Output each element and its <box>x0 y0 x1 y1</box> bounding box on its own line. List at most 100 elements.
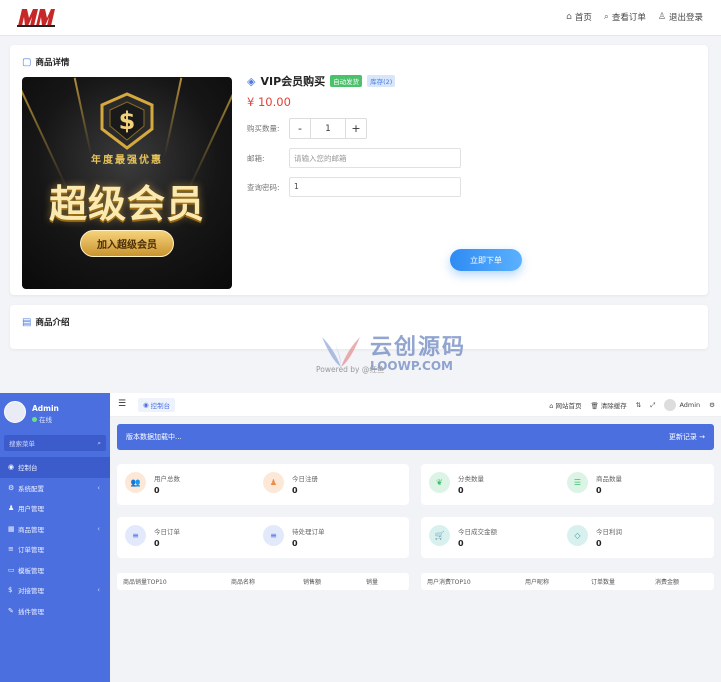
dashboard-icon: ◉ <box>8 463 15 472</box>
goods-icon: ▦ <box>8 524 15 533</box>
table-header-cell: 消费金额 <box>655 579 680 586</box>
box-icon: ▢ <box>22 56 32 68</box>
sidebar-item-dashboard[interactable]: ◉ 控制台 <box>0 457 110 478</box>
dashboard-icon: ◉ <box>143 401 149 409</box>
promo-headline: 超级会员 <box>48 181 205 226</box>
menu-toggle-icon[interactable]: ☰ <box>118 399 126 409</box>
admin-dashboard: Admin 在线 搜索菜单 ⌕ ◉ 控制台 ⚙ 系统配置 ‹ ♟ 用户管理 ▦ 商品管理 ‹… <box>0 393 721 682</box>
table-header-cell: 商品名称 <box>231 579 256 586</box>
email-row: 邮箱: 请输入您的邮箱 <box>247 148 461 168</box>
quantity-row: 购买数量: - 1 + <box>247 118 367 139</box>
version-notice-text: 版本数据加载中... <box>126 433 182 441</box>
email-field[interactable]: 请输入您的邮箱 <box>289 148 461 168</box>
table-header-cell: 商品销量TOP10 <box>123 579 167 586</box>
nav-home[interactable]: ⌂ 首页 <box>566 11 592 23</box>
quantity-plus-button[interactable]: + <box>346 119 366 138</box>
quantity-label: 购买数量: <box>247 124 280 133</box>
watermark-text: 云创源码 LOOWP.COM <box>370 335 467 373</box>
changelog-link[interactable]: 更新记录 → <box>669 432 705 442</box>
topbar-actions: ⌂ 网站首页 🗑 清除缓存 ⇅ ⤢ Admin ⚙ <box>549 399 715 411</box>
sidebar-item-goods[interactable]: ▦ 商品管理 ‹ <box>0 519 110 540</box>
product-image: $ 年度最强优惠 超级会员 加入超级会员 <box>22 77 232 289</box>
site-logo[interactable] <box>16 6 56 30</box>
table-header-cell: 用户昵称 <box>525 579 550 586</box>
nav-logout[interactable]: ♙ 退出登录 <box>658 11 703 23</box>
search-icon: ⌕ <box>603 12 609 22</box>
password-label: 查询密码: <box>247 182 280 192</box>
user-menu[interactable]: Admin <box>664 399 700 411</box>
quantity-input[interactable]: 1 <box>310 119 346 138</box>
diamond-icon: ◇ <box>567 525 588 546</box>
sidebar-item-plugins[interactable]: ✎ 插件管理 <box>0 601 110 622</box>
auto-delivery-badge: 自动发货 <box>330 75 363 87</box>
sidebar-item-system-config[interactable]: ⚙ 系统配置 ‹ <box>0 478 110 499</box>
intro-title: ▤ 商品介绍 <box>22 316 70 329</box>
table-header-cell: 销量 <box>366 579 379 586</box>
user-status: 在线 <box>32 414 52 424</box>
gear-icon: ⚙ <box>8 483 15 492</box>
template-icon: ▭ <box>8 565 15 574</box>
password-row: 查询密码: 1 <box>247 177 461 197</box>
product-name: VIP会员购买 <box>260 75 326 88</box>
password-field[interactable]: 1 <box>289 177 461 197</box>
promo-subtitle: 年度最强优惠 <box>91 155 163 166</box>
product-title-row: ◈ VIP会员购买 自动发货 库存(2) <box>247 73 687 89</box>
avatar <box>664 399 677 411</box>
table-header-cell: 订单数量 <box>591 579 616 586</box>
site-home-link[interactable]: ⌂ 网站首页 <box>549 400 581 410</box>
clear-cache-button[interactable]: 🗑 清除缓存 <box>590 400 626 410</box>
sidebar-item-orders[interactable]: ≡ 订单管理 <box>0 539 110 560</box>
stat-today-registrations: ♟ 今日注册 0 <box>263 472 318 495</box>
user-profile: Admin 在线 <box>0 393 110 431</box>
tab-dashboard[interactable]: ◉ 控制台 <box>138 398 176 412</box>
trash-icon: 🗑 <box>590 402 601 410</box>
stat-goods-count: ☰ 商品数量 0 <box>567 472 622 495</box>
stat-category-count: ❦ 分类数量 0 <box>429 472 484 495</box>
quantity-stepper: - 1 + <box>289 118 367 139</box>
menu-search-input[interactable]: 搜索菜单 ⌕ <box>4 435 106 451</box>
sidebar-item-payment[interactable]: $ 对接管理 ‹ <box>0 580 110 601</box>
online-dot-icon <box>32 417 37 422</box>
refresh-icon[interactable]: ⇅ <box>636 401 641 409</box>
search-icon: ⌕ <box>97 438 101 447</box>
email-label: 邮箱: <box>247 153 265 163</box>
chevron-left-icon: ‹ <box>97 586 100 595</box>
avatar[interactable] <box>4 401 26 423</box>
doc-icon: ▤ <box>22 316 32 328</box>
stats-panel-orders: ≡ 今日订单 0 ≡ 待处理订单 0 <box>117 517 409 558</box>
goods-sales-table-header: 商品销量TOP10 商品名称 销售额 销量 <box>117 573 409 590</box>
users-icon: 👥 <box>125 472 146 493</box>
order-icon: ≡ <box>8 545 14 554</box>
buy-now-button[interactable]: 立即下单 <box>450 249 522 271</box>
dollar-shield-icon: $ <box>100 92 154 150</box>
stat-users-total: 👥 用户总数 0 <box>125 472 180 495</box>
stats-panel-revenue: 🛒 今日成交金额 0 ◇ 今日利润 0 <box>421 517 714 558</box>
stat-today-revenue: 🛒 今日成交金额 0 <box>429 525 497 548</box>
version-notice-bar: 版本数据加载中... 更新记录 → <box>117 424 714 450</box>
svg-text:$: $ <box>119 107 136 135</box>
fullscreen-icon[interactable]: ⤢ <box>650 401 655 410</box>
quantity-minus-button[interactable]: - <box>290 119 310 138</box>
diamond-icon: ◈ <box>247 74 256 88</box>
sidebar-item-users[interactable]: ♟ 用户管理 <box>0 498 110 519</box>
shop-screen: ⌂ 首页 ⌕ 查看订单 ♙ 退出登录 ▢ 商品详情 $ 年度最强优惠 超级会员 加入超… <box>0 0 721 385</box>
plugin-icon: ✎ <box>8 606 14 615</box>
pay-icon: $ <box>8 586 13 595</box>
table-header-cell: 用户消费TOP10 <box>427 579 471 586</box>
user-add-icon: ♟ <box>263 472 284 493</box>
admin-topbar: ☰ ◉ 控制台 ⌂ 网站首页 🗑 清除缓存 ⇅ ⤢ Admin ⚙ <box>110 393 721 417</box>
user-icon: ♙ <box>657 12 666 22</box>
nav-orders[interactable]: ⌕ 查看订单 <box>604 11 646 23</box>
product-info: ◈ VIP会员购买 自动发货 库存(2) ¥ 10.00 购买数量: - 1 +… <box>247 73 687 273</box>
user-spending-table-header: 用户消费TOP10 用户昵称 订单数量 消费金额 <box>421 573 714 590</box>
detail-title: ▢ 商品详情 <box>22 56 70 69</box>
settings-gear-icon[interactable]: ⚙ <box>709 401 715 409</box>
stock-badge: 库存(2) <box>367 75 396 87</box>
table-header-cell: 销售额 <box>303 579 322 586</box>
chevron-left-icon: ‹ <box>97 483 100 492</box>
user-icon: ♟ <box>8 504 15 513</box>
list-icon: ☰ <box>567 472 588 493</box>
sidebar-item-templates[interactable]: ▭ 模板管理 <box>0 560 110 581</box>
stat-today-profit: ◇ 今日利润 0 <box>567 525 622 548</box>
powered-by: Powered by @红鱼 <box>316 365 385 374</box>
